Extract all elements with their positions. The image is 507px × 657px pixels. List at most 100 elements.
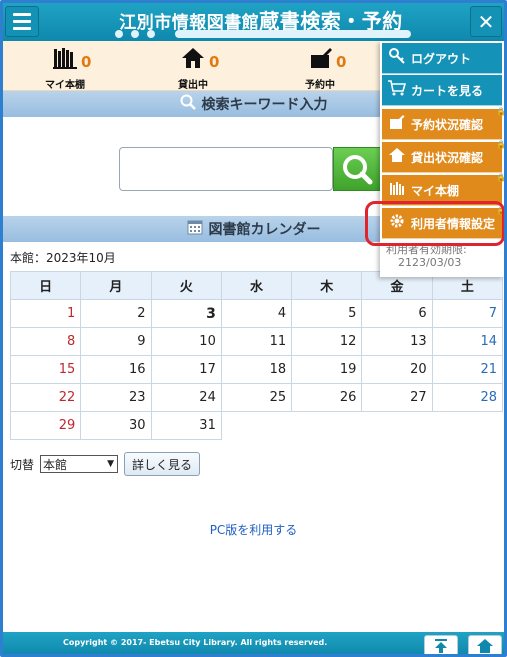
menu-reservation-status-label: 予約状況確認 (411, 117, 484, 132)
calendar-empty-cell (292, 412, 362, 440)
lending-label: 貸出中 (178, 80, 208, 91)
library-select-value: 本館 (43, 457, 68, 472)
close-button[interactable]: ✕ (470, 6, 502, 37)
bookshelf-icon (25, 47, 105, 75)
calendar-day: 29 (9, 411, 82, 440)
menu-view-cart-label: カートを見る (411, 83, 484, 98)
calendar-empty-cell (221, 412, 291, 440)
calendar-week: 1 2 3 4 5 6 7 (9, 299, 504, 328)
status-lending[interactable]: 0 貸出中 (153, 47, 233, 91)
menu-reservation-status[interactable]: 予約状況確認 🔒 (382, 107, 504, 140)
header: 江別市情報図書館蔵書検索・予約 ✕ (3, 3, 504, 41)
calendar-day: 14 (431, 327, 504, 356)
bookshelf-icon (388, 180, 406, 200)
home-icon (477, 638, 493, 653)
calendar-empty-cell (362, 412, 432, 440)
library-switch-row: 切替 本館 ▼ 詳しく見る (10, 452, 201, 476)
weekday-tue: 火 (150, 271, 222, 300)
lock-icon: 🔒 (496, 140, 506, 149)
calendar-empty-cell (432, 412, 502, 440)
calendar-month-label: 本館：2023年10月 (10, 251, 116, 265)
calendar-day: 31 (150, 411, 222, 440)
cart-icon (388, 80, 407, 100)
calendar-day: 22 (9, 383, 82, 412)
reserve-icon (388, 114, 406, 134)
my-bookshelf-label: マイ本棚 (45, 80, 85, 91)
calendar-day: 15 (9, 355, 82, 384)
switch-label: 切替 (10, 457, 35, 472)
status-my-bookshelf[interactable]: 0 マイ本棚 (25, 47, 105, 91)
scroll-top-button[interactable] (424, 635, 458, 654)
calendar-day: 7 (431, 299, 504, 328)
calendar-day: 30 (80, 411, 152, 440)
weekday-mon: 月 (80, 271, 152, 300)
status-reserved[interactable]: 0 予約中 (280, 47, 360, 91)
lending-count: 0 (209, 53, 220, 71)
arrow-up-icon (435, 638, 447, 653)
menu-lending-status-label: 貸出状況確認 (411, 150, 484, 165)
lock-icon: 🔒 (496, 107, 506, 116)
lock-icon: 🔒 (496, 173, 506, 182)
my-bookshelf-count: 0 (81, 53, 92, 71)
calendar-day-today: 3 (150, 299, 222, 328)
pc-version-link[interactable]: PC版を利用する (3, 521, 504, 538)
key-icon (388, 48, 406, 68)
menu-view-cart[interactable]: カートを見る (382, 75, 502, 106)
pc-version-link-text[interactable]: PC版を利用する (210, 523, 298, 537)
weekday-sun: 日 (9, 271, 82, 300)
menu-my-bookshelf-label: マイ本棚 (411, 183, 460, 198)
copyright: Copyright © 2017- Ebetsu City Library. A… (63, 638, 328, 647)
calendar-icon (187, 219, 203, 239)
app-frame: 江別市情報図書館蔵書検索・予約 ✕ 0 マイ本棚 0 貸出中 0 予約中 検索キ… (0, 0, 507, 657)
calendar-day: 23 (80, 383, 152, 412)
hamburger-menu-icon[interactable] (5, 6, 39, 37)
detail-button[interactable]: 詳しく見る (124, 452, 201, 476)
reserved-count: 0 (336, 53, 347, 71)
user-expiry-date: 2123/03/03 (398, 256, 462, 269)
chevron-down-icon: ▼ (107, 459, 115, 469)
reserve-icon (280, 47, 360, 75)
calendar-day: 16 (80, 355, 152, 384)
annotation-highlight-box (365, 201, 504, 246)
user-expiry: 利用者有効期限: 2123/03/03 (386, 243, 467, 269)
calendar-day: 19 (291, 355, 363, 384)
calendar-day: 6 (361, 299, 433, 328)
search-heading: 検索キーワード入力 (201, 97, 328, 113)
calendar-day: 27 (361, 383, 433, 412)
calendar-day: 24 (150, 383, 222, 412)
menu-logout[interactable]: ログアウト (382, 43, 502, 74)
calendar-day: 13 (361, 327, 433, 356)
search-button[interactable] (333, 147, 383, 191)
house-icon (388, 147, 406, 167)
calendar-day: 18 (220, 355, 293, 384)
home-button[interactable] (468, 635, 502, 654)
calendar-day: 5 (291, 299, 363, 328)
calendar-day: 28 (431, 383, 504, 412)
menu-logout-label: ログアウト (411, 51, 472, 66)
calendar-week: 8 9 10 11 12 13 14 (9, 327, 504, 356)
calendar-day: 20 (361, 355, 433, 384)
house-icon (153, 47, 233, 75)
weekday-wed: 水 (220, 271, 293, 300)
calendar-day: 4 (220, 299, 293, 328)
calendar-week: 29 30 31 (9, 411, 503, 440)
calendar-day: 25 (220, 383, 293, 412)
calendar-day: 11 (220, 327, 293, 356)
calendar-day: 9 (80, 327, 152, 356)
library-select[interactable]: 本館 ▼ (40, 455, 119, 473)
calendar-day: 10 (150, 327, 222, 356)
calendar-week: 15 16 17 18 19 20 21 (9, 355, 504, 384)
search-input[interactable] (119, 147, 333, 191)
title-decoration (111, 29, 411, 39)
menu-lending-status[interactable]: 貸出状況確認 🔒 (382, 140, 504, 173)
calendar-day: 21 (431, 355, 504, 384)
weekday-thu: 木 (291, 271, 363, 300)
calendar-week: 22 23 24 25 26 27 28 (9, 383, 504, 412)
calendar-day: 17 (150, 355, 222, 384)
magnifier-icon (180, 94, 196, 114)
search-icon (343, 155, 373, 185)
footer: Copyright © 2017- Ebetsu City Library. A… (3, 632, 504, 654)
reserved-label: 予約中 (305, 80, 335, 91)
calendar-day: 1 (9, 299, 82, 328)
calendar-day: 2 (80, 299, 152, 328)
